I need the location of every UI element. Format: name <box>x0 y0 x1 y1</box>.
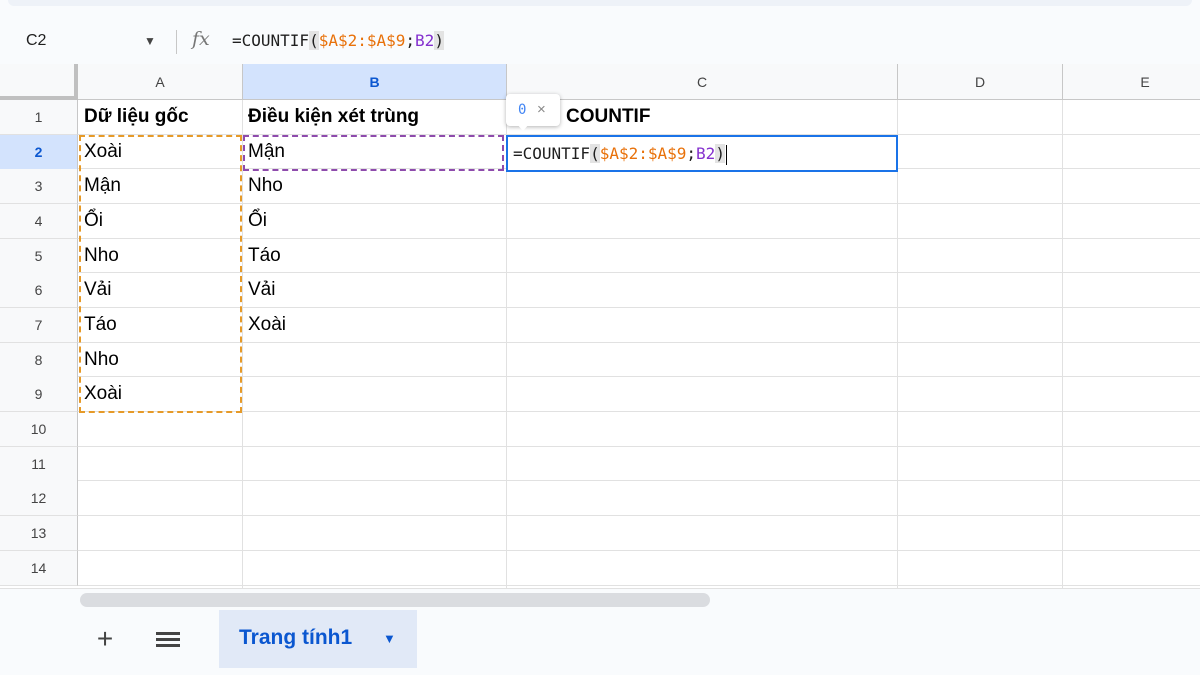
col-header-c[interactable]: C <box>507 64 898 100</box>
row-header-11[interactable]: 11 <box>0 447 78 482</box>
select-all-corner[interactable] <box>0 64 78 100</box>
text-cursor <box>725 144 728 165</box>
formula-range: $A$2:$A$9 <box>318 31 406 50</box>
top-strip <box>0 0 1200 18</box>
cell-b1[interactable]: Điều kiện xét trùng <box>243 100 419 134</box>
gridline <box>78 515 1200 516</box>
row-header-13[interactable]: 13 <box>0 516 78 551</box>
menu-icon <box>156 632 180 635</box>
tooltip-value: 0 <box>518 102 527 118</box>
row-header-5[interactable]: 5 <box>0 239 78 274</box>
editor-close-paren: ) <box>715 144 725 163</box>
gridline <box>78 480 1200 481</box>
row-header-2[interactable]: 2 <box>0 135 78 170</box>
editor-function: =COUNTIF <box>513 144 591 163</box>
chevron-down-icon[interactable]: ▼ <box>383 631 396 646</box>
editor-ref: B2 <box>696 144 716 163</box>
add-sheet-button[interactable]: + <box>90 622 120 656</box>
all-sheets-button[interactable] <box>150 622 186 656</box>
sheet-tab-label: Trang tính1 <box>239 626 353 649</box>
cell-c1[interactable]: COUNTIF <box>561 100 650 134</box>
range-highlight-b <box>243 135 504 171</box>
gridline <box>78 446 1200 447</box>
formula-function: =COUNTIF <box>232 31 310 50</box>
formula-close-paren: ) <box>434 31 444 50</box>
active-cell-editor[interactable]: =COUNTIF($A$2:$A$9;B2) <box>506 135 898 172</box>
sheet-tab[interactable]: Trang tính1 ▼ <box>219 610 417 668</box>
col-header-d[interactable]: D <box>898 64 1063 100</box>
row-header-12[interactable]: 12 <box>0 481 78 516</box>
scrollbar-thumb[interactable] <box>80 593 710 607</box>
spreadsheet-app: C2 ▼ fx =COUNTIF($A$2:$A$9;B2) A B C D E… <box>0 0 1200 675</box>
col-header-e[interactable]: E <box>1063 64 1200 100</box>
row-header-7[interactable]: 7 <box>0 308 78 343</box>
formula-open-paren: ( <box>309 31 319 50</box>
row-header-9[interactable]: 9 <box>0 377 78 412</box>
gridline <box>78 411 1200 412</box>
formula-result-tooltip: 0 × <box>506 94 560 131</box>
row-header-1[interactable]: 1 <box>0 100 78 135</box>
row-header-6[interactable]: 6 <box>0 273 78 308</box>
gridline <box>78 550 1200 551</box>
fx-icon: fx <box>192 28 210 50</box>
name-box[interactable]: C2 ▼ <box>16 28 166 54</box>
gridline <box>78 585 1200 586</box>
row-header-4[interactable]: 4 <box>0 204 78 239</box>
cell-b6[interactable]: Vải <box>243 273 275 307</box>
row-header-8[interactable]: 8 <box>0 343 78 378</box>
tooltip-tail <box>517 124 529 131</box>
menu-icon-line <box>156 638 180 641</box>
sheet-bar: + Trang tính1 ▼ <box>0 610 1200 675</box>
col-header-a[interactable]: A <box>78 64 243 100</box>
horizontal-scrollbar[interactable] <box>0 588 1200 610</box>
editor-open-paren: ( <box>590 144 600 163</box>
editor-separator: ; <box>686 144 697 163</box>
col-header-b[interactable]: B <box>243 64 507 100</box>
row-header-3[interactable]: 3 <box>0 169 78 204</box>
range-highlight-a <box>79 135 242 413</box>
cell-a1[interactable]: Dữ liệu gốc <box>79 100 189 134</box>
gridline <box>78 376 1200 377</box>
cell-b5[interactable]: Táo <box>243 239 281 273</box>
editor-range: $A$2:$A$9 <box>599 144 687 163</box>
close-icon[interactable]: × <box>537 94 546 126</box>
formula-ref: B2 <box>415 31 435 50</box>
row-header-14[interactable]: 14 <box>0 551 78 586</box>
row-header-10[interactable]: 10 <box>0 412 78 447</box>
divider <box>176 30 177 54</box>
gridline <box>78 342 1200 343</box>
cell-b4[interactable]: Ổi <box>243 204 267 238</box>
sheet-grid: A B C D E 1 2 3 4 5 6 7 8 9 10 11 12 13 … <box>0 64 1200 588</box>
name-box-value: C2 <box>26 32 47 49</box>
formula-separator: ; <box>405 31 416 50</box>
formula-bar: C2 ▼ fx =COUNTIF($A$2:$A$9;B2) <box>0 18 1200 64</box>
chevron-down-icon[interactable]: ▼ <box>144 28 156 54</box>
menu-icon-line <box>156 644 180 647</box>
formula-input[interactable]: =COUNTIF($A$2:$A$9;B2) <box>232 30 444 52</box>
cell-b3[interactable]: Nho <box>243 169 283 203</box>
cell-b7[interactable]: Xoài <box>243 308 286 342</box>
